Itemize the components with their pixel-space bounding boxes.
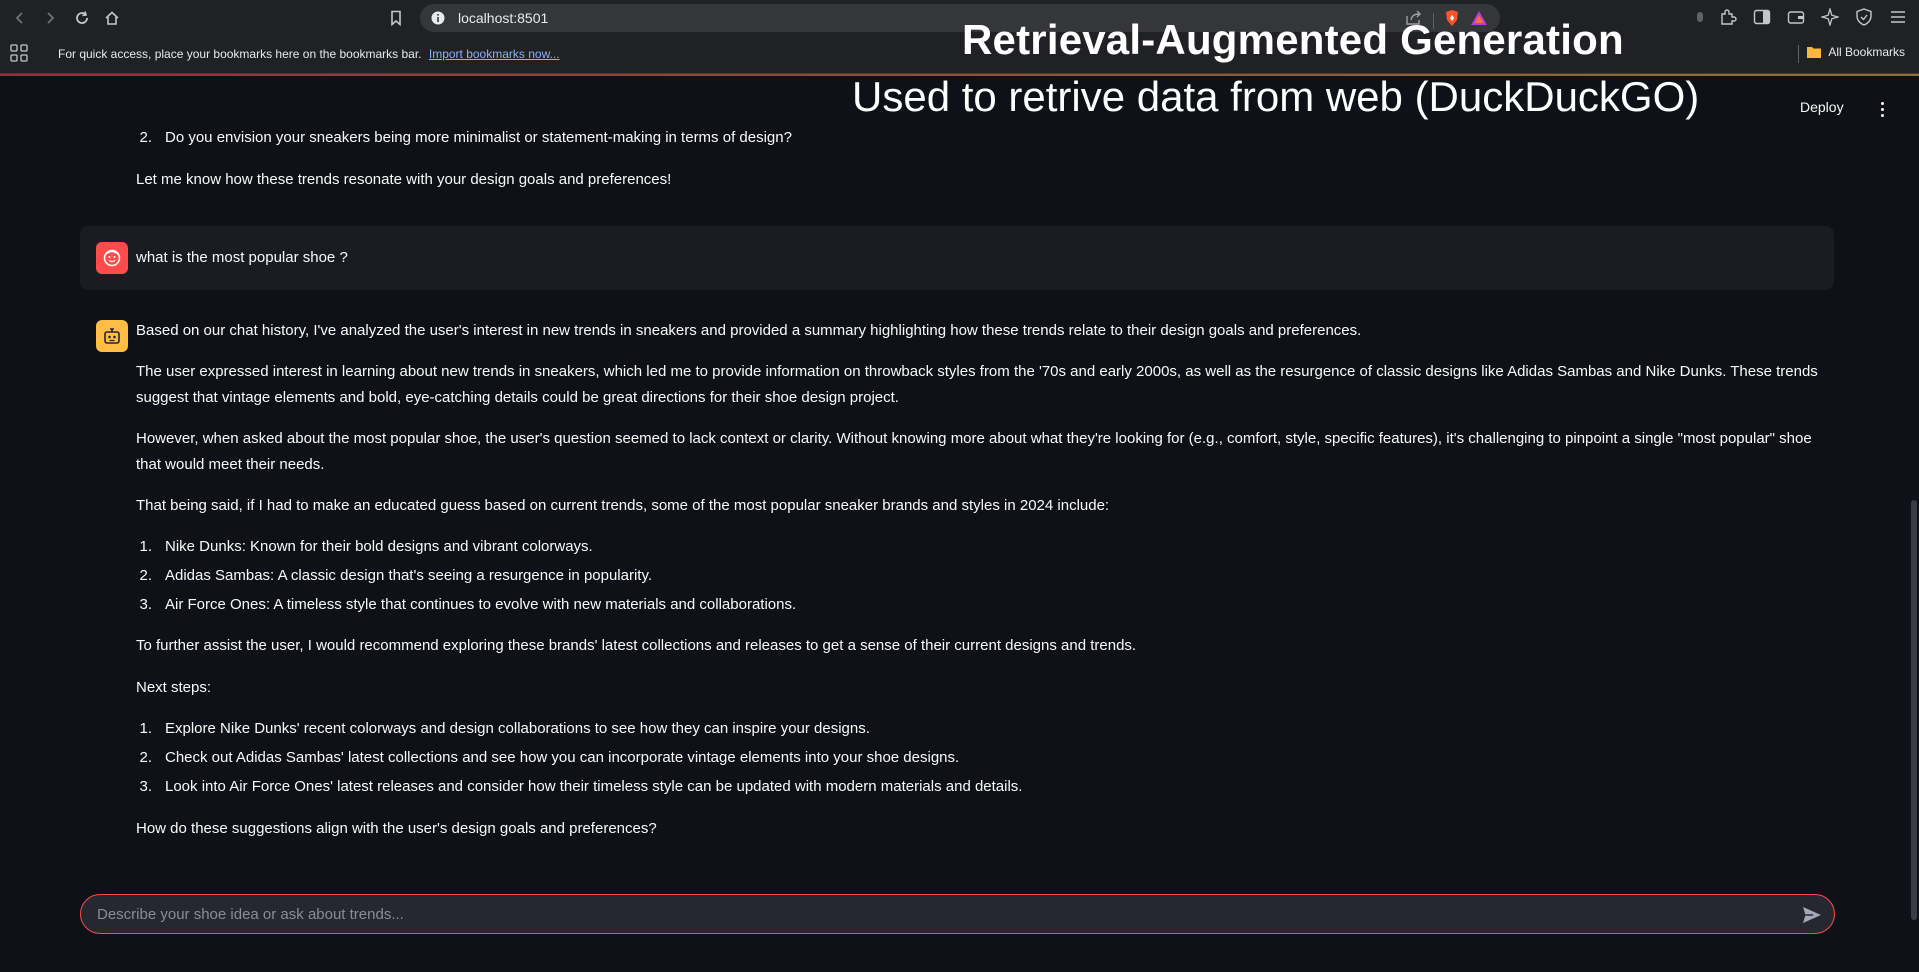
folder-icon: [1807, 47, 1822, 58]
reply-paragraph-7: How do these suggestions align with the …: [136, 820, 657, 837]
overlay-title: Retrieval-Augmented Generation: [962, 16, 1624, 63]
chat-input-container: [80, 894, 1835, 934]
reply-paragraph-2-line-2: suggest that vintage elements and bold, …: [136, 389, 899, 406]
all-bookmarks-button[interactable]: All Bookmarks: [1806, 45, 1905, 59]
bookmarks-bar: For quick access, place your bookmarks h…: [0, 36, 1919, 74]
extensions-icon[interactable]: [1717, 6, 1739, 28]
reply-paragraph-4: That being said, if I had to make an edu…: [136, 497, 1110, 514]
user-avatar-icon: [96, 242, 128, 274]
vpn-icon[interactable]: [1853, 6, 1875, 28]
prev-list-item: Do you envision your sneakers being more…: [165, 129, 792, 146]
menu-icon[interactable]: [1887, 6, 1909, 28]
reply-paragraph-3-line-1: However, when asked about the most popul…: [136, 430, 1812, 447]
list-number: 3.: [139, 778, 152, 795]
dot-icon: [1695, 6, 1705, 28]
info-icon[interactable]: [430, 10, 446, 26]
list-number: 1.: [139, 538, 152, 555]
forward-icon[interactable]: [38, 6, 62, 30]
chat-input[interactable]: [97, 895, 1757, 933]
scrollbar[interactable]: [1911, 500, 1917, 920]
reload-icon[interactable]: [70, 6, 94, 30]
url-text[interactable]: localhost:8501: [458, 10, 548, 26]
list-item: Explore Nike Dunks' recent colorways and…: [165, 720, 870, 737]
import-bookmarks-link[interactable]: Import bookmarks now...: [429, 47, 560, 61]
home-icon[interactable]: [100, 6, 124, 30]
user-message: what is the most popular shoe ?: [80, 226, 1834, 290]
list-number: 2.: [139, 567, 152, 584]
wallet-icon[interactable]: [1785, 6, 1807, 28]
list-number: 2.: [139, 749, 152, 766]
list-item: Air Force Ones: A timeless style that co…: [165, 596, 797, 613]
browser-toolbar: localhost:8501: [0, 0, 1919, 36]
bot-avatar-icon: [96, 320, 128, 352]
all-bookmarks-label: All Bookmarks: [1828, 45, 1905, 59]
apps-icon[interactable]: [10, 44, 28, 62]
leo-icon[interactable]: [1819, 6, 1841, 28]
bookmarks-message-text: For quick access, place your bookmarks h…: [58, 47, 422, 61]
reply-paragraph-3-line-2: that would meet their needs.: [136, 456, 325, 473]
reply-paragraph-2-line-1: The user expressed interest in learning …: [136, 363, 1818, 380]
sidebar-icon[interactable]: [1751, 6, 1773, 28]
chat-area: 2. Do you envision your sneakers being m…: [0, 76, 1919, 886]
prev-list-number: 2.: [139, 129, 152, 146]
user-message-text: what is the most popular shoe ?: [136, 249, 348, 266]
reply-paragraph-5: To further assist the user, I would reco…: [136, 637, 1137, 654]
bookmark-icon[interactable]: [384, 6, 408, 30]
bookmarks-divider: [1798, 45, 1799, 63]
send-icon[interactable]: [1800, 903, 1824, 927]
back-icon[interactable]: [8, 6, 32, 30]
list-number: 3.: [139, 596, 152, 613]
list-item: Look into Air Force Ones' latest release…: [165, 778, 1023, 795]
reply-paragraph-1: Based on our chat history, I've analyzed…: [136, 322, 1362, 339]
list-number: 1.: [139, 720, 152, 737]
bookmarks-message: For quick access, place your bookmarks h…: [58, 47, 560, 61]
reply-paragraph-6: Next steps:: [136, 679, 212, 696]
list-item: Check out Adidas Sambas' latest collecti…: [165, 749, 960, 766]
list-item: Adidas Sambas: A classic design that's s…: [165, 567, 653, 584]
prev-closing-text: Let me know how these trends resonate wi…: [136, 171, 672, 188]
list-item: Nike Dunks: Known for their bold designs…: [165, 538, 593, 555]
